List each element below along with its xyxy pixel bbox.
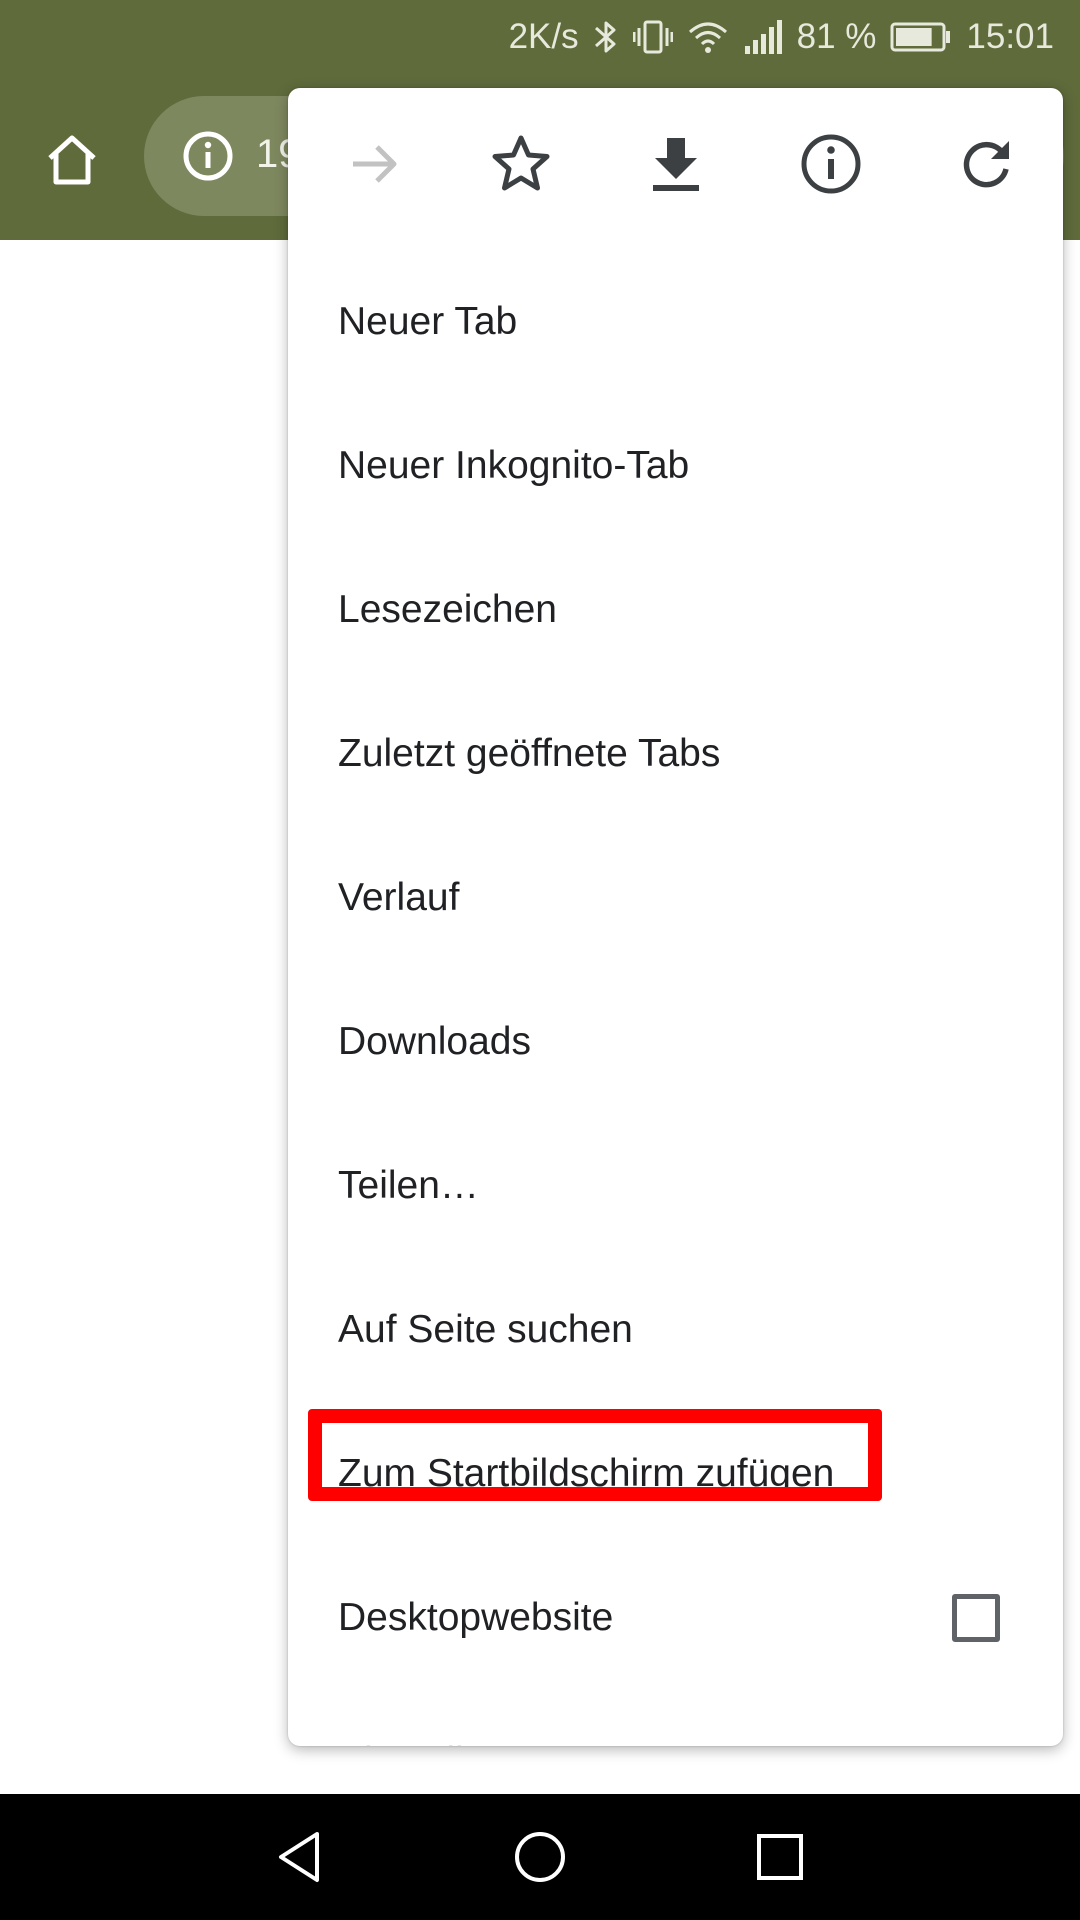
- menu-item-find-in-page[interactable]: Auf Seite suchen: [288, 1258, 1063, 1402]
- battery-fill: [896, 28, 933, 46]
- bluetooth-icon: [593, 18, 619, 56]
- menu-item-history[interactable]: Verlauf: [288, 826, 1063, 970]
- back-icon[interactable]: [270, 1827, 330, 1887]
- menu-item-downloads[interactable]: Downloads: [288, 970, 1063, 1114]
- status-bar: 2K/s 81 % 15:01: [0, 0, 1080, 74]
- forward-arrow-icon[interactable]: [342, 132, 406, 196]
- recents-icon[interactable]: [750, 1827, 810, 1887]
- battery-icon: [890, 21, 952, 53]
- battery-percent: 81 %: [796, 17, 877, 56]
- clock: 15:01: [966, 17, 1054, 56]
- menu-item-recent-tabs[interactable]: Zuletzt geöffnete Tabs: [288, 682, 1063, 826]
- menu-item-label: Auf Seite suchen: [338, 1308, 633, 1351]
- menu-item-bookmarks[interactable]: Lesezeichen: [288, 538, 1063, 682]
- menu-item-label: Verlauf: [338, 876, 460, 919]
- network-speed: 2K/s: [508, 17, 579, 56]
- wifi-icon: [687, 18, 729, 56]
- menu-item-share[interactable]: Teilen…: [288, 1114, 1063, 1258]
- screen: 2K/s 81 % 15:01 19 Neuer Tab Neuer Inkog…: [0, 0, 1080, 1920]
- navigation-bar: [0, 1794, 1080, 1920]
- menu-item-label: Teilen…: [338, 1164, 479, 1207]
- menu-icon-row: [288, 88, 1063, 234]
- overflow-menu: Neuer Tab Neuer Inkognito-Tab Lesezeichen Z…: [288, 88, 1063, 1746]
- signal-icon: [743, 18, 783, 56]
- page-info-icon[interactable]: [799, 132, 863, 196]
- home-circle-icon[interactable]: [510, 1827, 570, 1887]
- vibrate-icon: [632, 18, 673, 56]
- desktop-site-checkbox[interactable]: [952, 1594, 1000, 1642]
- menu-item-label: Downloads: [338, 1020, 531, 1063]
- menu-item-new-incognito-tab[interactable]: Neuer Inkognito-Tab: [288, 394, 1063, 538]
- menu-item-label: Lesezeichen: [338, 588, 557, 631]
- menu-item-label: Neuer Inkognito-Tab: [338, 444, 690, 487]
- reload-icon[interactable]: [954, 132, 1018, 196]
- home-icon[interactable]: [36, 124, 108, 196]
- menu-item-new-tab[interactable]: Neuer Tab: [288, 250, 1063, 394]
- menu-item-label: Desktopwebsite: [338, 1596, 614, 1639]
- menu-item-label: Einstellungen: [338, 1740, 572, 1746]
- download-icon[interactable]: [644, 132, 708, 196]
- annotation-highlight-box: [308, 1409, 882, 1501]
- menu-item-desktop-site[interactable]: Desktopwebsite: [288, 1546, 1063, 1690]
- menu-item-label: Neuer Tab: [338, 300, 518, 343]
- menu-item-settings[interactable]: Einstellungen: [288, 1690, 1063, 1746]
- info-icon[interactable]: [182, 130, 234, 182]
- bookmark-star-icon[interactable]: [489, 132, 553, 196]
- menu-item-label: Zuletzt geöffnete Tabs: [338, 732, 721, 775]
